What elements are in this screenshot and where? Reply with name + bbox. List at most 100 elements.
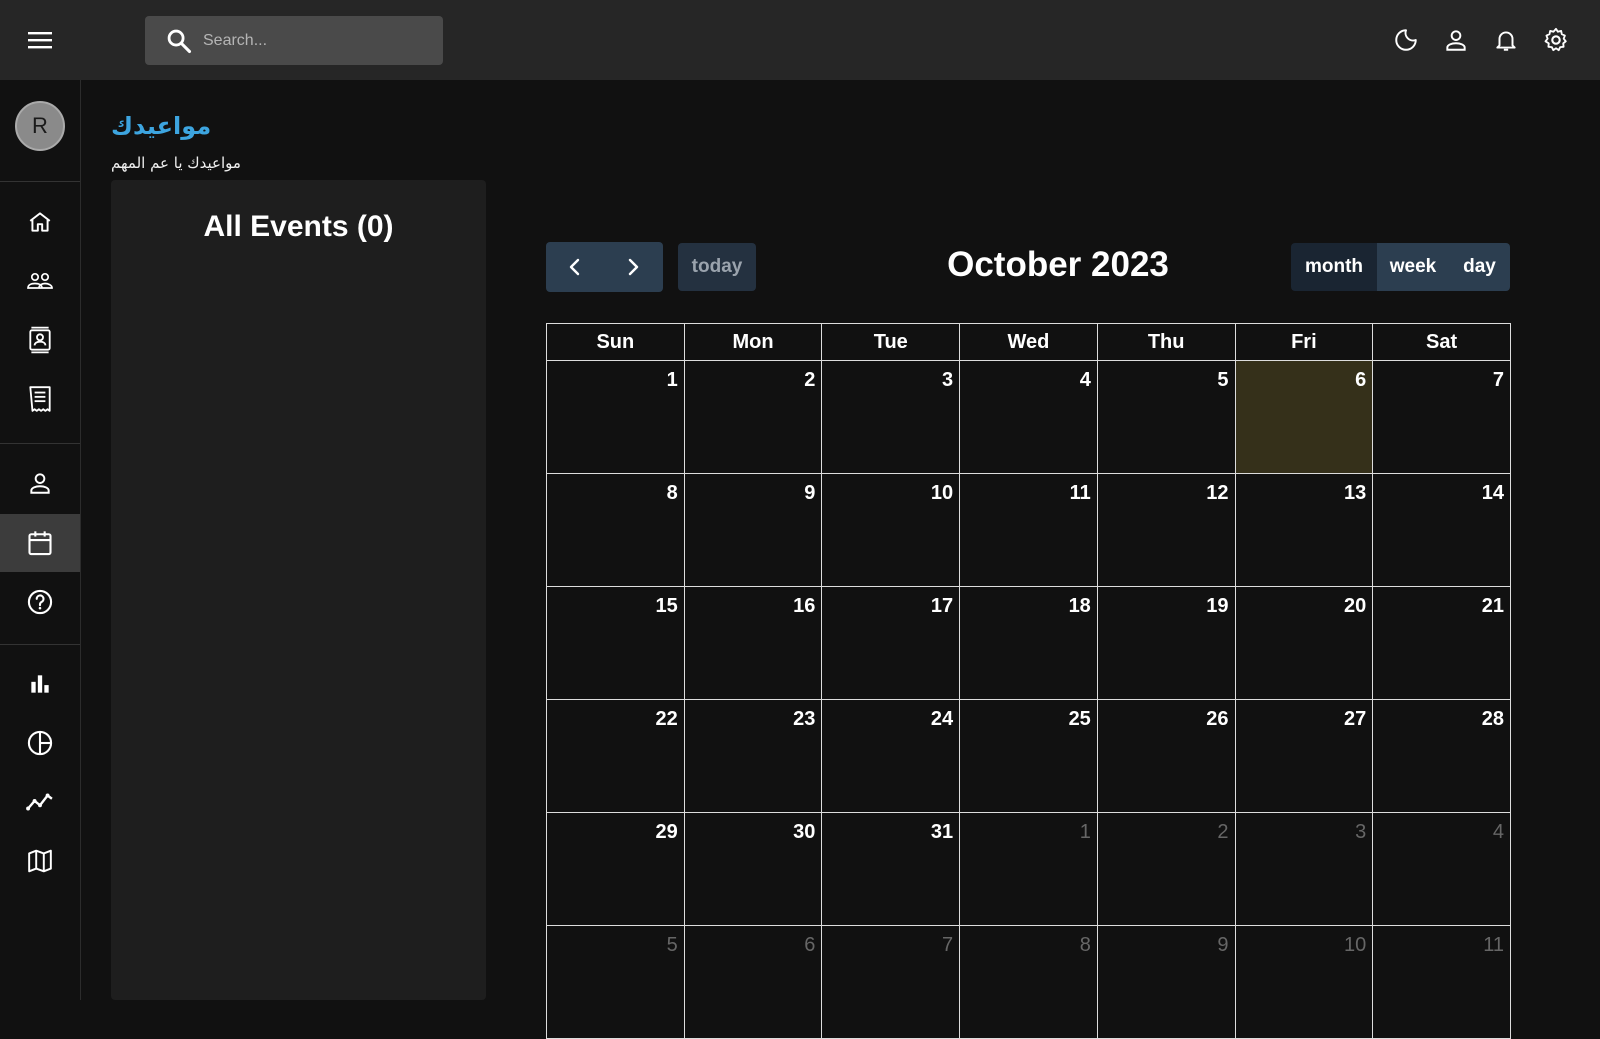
moon-icon [1395, 29, 1417, 51]
day-cell[interactable]: 23 [683, 699, 823, 813]
sidebar-item-bar-chart[interactable] [0, 655, 80, 713]
week-view-button[interactable]: week [1377, 243, 1449, 291]
day-cell[interactable]: 28 [1372, 699, 1511, 813]
day-cell[interactable]: 8 [546, 473, 685, 587]
sidebar-item-calendar[interactable] [0, 514, 80, 572]
sidebar-divider [0, 443, 80, 444]
day-cell[interactable]: 18 [959, 586, 1098, 700]
settings-button[interactable] [1538, 20, 1574, 60]
notifications-button[interactable] [1488, 20, 1524, 60]
gear-icon [1544, 27, 1567, 52]
day-cell[interactable]: 17 [821, 586, 961, 700]
other-month-day-cell[interactable]: 9 [1096, 925, 1236, 1039]
avatar[interactable]: R [15, 101, 65, 151]
month-view-button[interactable]: month [1291, 243, 1377, 291]
sidebar-item-team[interactable] [0, 252, 80, 310]
day-cell[interactable]: 12 [1096, 473, 1236, 587]
day-cell[interactable]: 15 [546, 586, 685, 700]
menu-button[interactable] [20, 22, 60, 58]
prev-button[interactable] [546, 242, 604, 292]
day-cell[interactable]: 30 [683, 812, 823, 926]
other-month-day-cell[interactable]: 11 [1372, 925, 1511, 1039]
day-cell[interactable]: 9 [683, 473, 823, 587]
day-cell[interactable]: 25 [959, 699, 1098, 813]
week-row: 15 16 17 18 19 20 21 [546, 586, 1511, 700]
day-cell[interactable]: 29 [546, 812, 685, 926]
other-month-day-cell[interactable]: 5 [546, 925, 685, 1039]
other-month-day-cell[interactable]: 10 [1234, 925, 1374, 1039]
weekday-header: Tue [821, 323, 961, 361]
calendar-grid: Sun Mon Tue Wed Thu Fri Sat 1 2 3 4 5 6 … [546, 323, 1511, 1039]
day-cell[interactable]: 4 [959, 360, 1098, 474]
weekday-header-row: Sun Mon Tue Wed Thu Fri Sat [546, 323, 1511, 361]
sidebar-item-profile[interactable] [0, 454, 80, 512]
search-icon[interactable] [165, 27, 193, 55]
dark-mode-button[interactable] [1388, 20, 1424, 60]
weekday-header: Sun [546, 323, 685, 361]
sidebar-item-line-chart[interactable] [0, 773, 80, 831]
weekday-header: Sat [1372, 323, 1511, 361]
day-cell[interactable]: 31 [821, 812, 961, 926]
chevron-left-icon [569, 258, 580, 276]
weekday-header: Wed [959, 323, 1098, 361]
sidebar-item-invoices[interactable] [0, 370, 80, 428]
today-cell[interactable]: 6 [1234, 360, 1374, 474]
day-cell[interactable]: 20 [1234, 586, 1374, 700]
profile-button[interactable] [1438, 20, 1474, 60]
invoices-icon [29, 386, 51, 412]
other-month-day-cell[interactable]: 8 [959, 925, 1098, 1039]
day-cell[interactable]: 3 [821, 360, 961, 474]
search-box [145, 16, 443, 65]
day-cell[interactable]: 1 [546, 360, 685, 474]
day-cell[interactable]: 14 [1372, 473, 1511, 587]
profile-icon [30, 473, 50, 494]
day-cell[interactable]: 24 [821, 699, 961, 813]
events-panel: All Events (0) [111, 180, 486, 1000]
other-month-day-cell[interactable]: 7 [821, 925, 961, 1039]
day-cell[interactable]: 16 [683, 586, 823, 700]
bell-icon [1496, 31, 1516, 51]
other-month-day-cell[interactable]: 6 [683, 925, 823, 1039]
day-cell[interactable]: 21 [1372, 586, 1511, 700]
day-cell[interactable]: 19 [1096, 586, 1236, 700]
line-chart-icon [26, 793, 53, 811]
top-bar [0, 0, 1600, 80]
team-icon [27, 272, 53, 289]
day-cell[interactable]: 10 [821, 473, 961, 587]
day-cell[interactable]: 7 [1372, 360, 1511, 474]
day-cell[interactable]: 26 [1096, 699, 1236, 813]
sidebar-divider [0, 181, 80, 182]
sidebar-divider [0, 644, 80, 645]
other-month-day-cell[interactable]: 4 [1372, 812, 1511, 926]
help-icon [27, 589, 53, 615]
events-title: All Events (0) [203, 210, 394, 243]
calendar-toolbar: today October 2023 month week day [546, 242, 1510, 292]
menu-icon [28, 32, 52, 49]
sidebar-item-home[interactable] [0, 193, 80, 251]
other-month-day-cell[interactable]: 1 [959, 812, 1098, 926]
next-button[interactable] [604, 242, 662, 292]
day-view-button[interactable]: day [1449, 243, 1510, 291]
page-subtitle: مواعيدك يا عم المهم [111, 154, 241, 172]
calendar-title: October 2023 [947, 245, 1169, 284]
sidebar-item-map[interactable] [0, 832, 80, 890]
week-row: 29 30 31 1 2 3 4 [546, 812, 1511, 926]
day-cell[interactable]: 22 [546, 699, 685, 813]
map-icon [28, 849, 52, 873]
calendar-nav-group [546, 242, 663, 292]
week-row: 5 6 7 8 9 10 11 [546, 925, 1511, 1039]
search-input[interactable] [203, 31, 423, 50]
sidebar-item-help[interactable] [0, 573, 80, 631]
day-cell[interactable]: 11 [959, 473, 1098, 587]
day-cell[interactable]: 5 [1096, 360, 1236, 474]
other-month-day-cell[interactable]: 3 [1234, 812, 1374, 926]
pie-chart-icon [27, 730, 53, 756]
bar-chart-icon [31, 675, 49, 693]
day-cell[interactable]: 27 [1234, 699, 1374, 813]
sidebar-item-contacts[interactable] [0, 311, 80, 369]
other-month-day-cell[interactable]: 2 [1096, 812, 1236, 926]
day-cell[interactable]: 13 [1234, 473, 1374, 587]
today-button[interactable]: today [678, 243, 756, 291]
sidebar-item-pie-chart[interactable] [0, 714, 80, 772]
day-cell[interactable]: 2 [683, 360, 823, 474]
